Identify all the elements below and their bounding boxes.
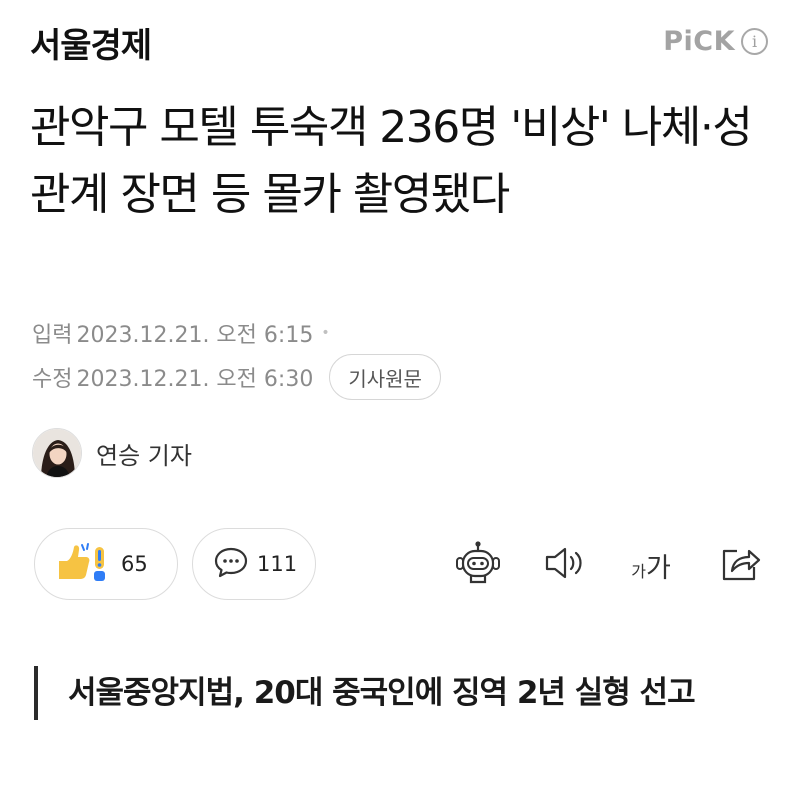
original-article-button[interactable]: 기사원문 xyxy=(329,354,441,400)
input-datetime: 2023.12.21. 오전 6:15 xyxy=(76,323,314,348)
reaction-icon xyxy=(55,541,113,587)
article-headline: 관악구 모텔 투숙객 236명 '비상' 나체·성관계 장면 등 몰카 촬영됐다 xyxy=(30,102,753,220)
avatar[interactable] xyxy=(32,428,82,478)
press-logo[interactable]: 서울경제 xyxy=(30,18,152,67)
input-label: 입력 xyxy=(32,323,73,348)
font-size-icon: 가가 xyxy=(631,546,671,585)
speaker-icon xyxy=(542,543,588,587)
share-icon xyxy=(719,543,763,587)
modified-datetime-row: 수정 2023.12.21. 오전 6:30 기사원문 xyxy=(32,354,441,400)
modified-label: 수정 xyxy=(32,367,73,392)
summary-bot-button[interactable] xyxy=(453,540,503,590)
comment-icon xyxy=(213,545,249,583)
listen-button[interactable] xyxy=(540,540,590,590)
modified-datetime: 2023.12.21. 오전 6:30 xyxy=(76,367,314,392)
robot-summary-icon xyxy=(454,540,502,590)
share-button[interactable] xyxy=(716,540,766,590)
font-big-glyph: 가 xyxy=(645,552,671,584)
reaction-button[interactable]: 65 xyxy=(34,528,178,600)
reporter-name[interactable]: 연승 기자 xyxy=(96,436,192,471)
pick-badge[interactable]: PiCK i xyxy=(663,26,768,57)
summary-text: 서울중앙지법, 20대 중국인에 징역 2년 실형 선고 xyxy=(68,675,696,711)
comment-count: 111 xyxy=(257,552,298,576)
top-bar: 서울경제 PiCK i xyxy=(0,0,800,80)
separator-dot: • xyxy=(321,325,330,341)
font-size-button[interactable]: 가가 xyxy=(626,540,676,590)
comment-button[interactable]: 111 xyxy=(192,528,316,600)
pick-label: PiCK xyxy=(663,26,735,57)
info-icon[interactable]: i xyxy=(741,28,768,55)
article-summary: 서울중앙지법, 20대 중국인에 징역 2년 실형 선고 xyxy=(34,666,734,720)
reporter-info[interactable]: 연승 기자 xyxy=(32,426,192,480)
font-small-glyph: 가 xyxy=(631,561,646,581)
reaction-count: 65 xyxy=(121,552,148,576)
input-datetime-row: 입력 2023.12.21. 오전 6:15 • xyxy=(32,316,330,350)
